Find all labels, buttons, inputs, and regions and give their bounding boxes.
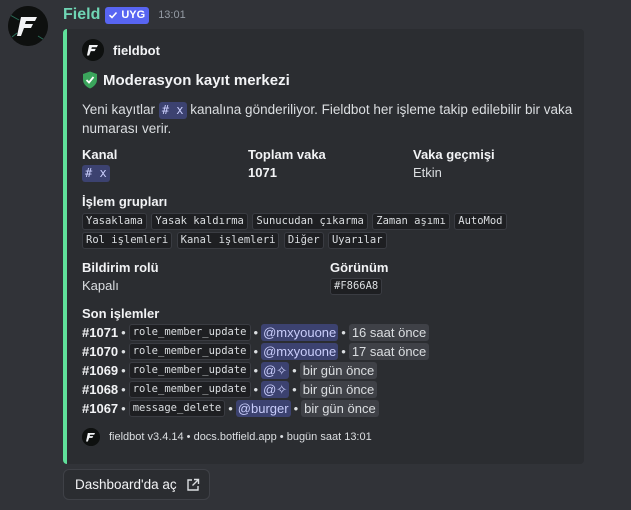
recent-item: #1067 • message_delete • @burger • bir g… [82, 399, 429, 418]
group-code: Kanal işlemleri [176, 232, 280, 250]
field-name: Son işlemler [82, 306, 160, 321]
field-logo-icon [82, 39, 104, 61]
app-badge-label: UYG [121, 9, 146, 21]
description-prefix: Yeni kayıtlar [82, 102, 156, 117]
case-id: #1067 [82, 401, 119, 416]
embed-description: Yeni kayıtlar # x kanalına gönderiliyor.… [82, 100, 577, 138]
shield-check-icon [83, 71, 97, 89]
open-dashboard-label: Dashboard'da aç [75, 477, 177, 492]
author-avatar [82, 39, 104, 61]
footer-text: fieldbot v3.4.14 • docs.botfield.app • b… [109, 431, 372, 443]
field-son-islemler: Son işlemler #1071 • role_member_update … [82, 306, 430, 418]
embed-footer: fieldbot v3.4.14 • docs.botfield.app • b… [82, 428, 372, 446]
field-bildirim-rolu: Bildirim rolü Kapalı [82, 260, 159, 293]
case-time: 17 saat önce [348, 343, 430, 360]
case-id: #1069 [82, 363, 119, 378]
recent-item: #1069 • role_member_update • @✧ • bir gü… [82, 361, 429, 380]
description-suffix: kanalına gönderiliyor. Fieldbot her işle… [82, 102, 573, 136]
recent-item: #1071 • role_member_update • @mxyouone •… [82, 323, 430, 342]
group-code: Diğer [283, 232, 324, 250]
embed-card: fieldbot Moderasyon kayıt merkezi Yeni k… [63, 29, 584, 464]
verified-check-icon [109, 11, 118, 19]
case-action: role_member_update [128, 324, 251, 341]
recent-list: #1071 • role_member_update • @mxyouone •… [82, 323, 430, 418]
case-time: 16 saat önce [348, 324, 430, 341]
field-logo-icon [82, 428, 100, 446]
bot-avatar[interactable] [8, 6, 48, 46]
field-toplam-vaka: Toplam vaka 1071 [248, 147, 326, 180]
case-id: #1070 [82, 344, 119, 359]
field-vaka-gecmisi: Vaka geçmişi Etkin [413, 147, 495, 180]
case-time: bir gün önce [301, 400, 379, 417]
user-mention[interactable]: @burger [235, 400, 291, 417]
case-time: bir gün önce [299, 381, 378, 398]
app-badge: UYG [105, 6, 150, 24]
group-code: Sunucudan çıkarma [252, 213, 368, 231]
case-time: bir gün önce [299, 362, 378, 379]
group-code-list: Yasaklama Yasak kaldırma Sunucudan çıkar… [82, 212, 572, 250]
embed-title: Moderasyon kayıt merkezi [82, 71, 290, 89]
color-code: #F866A8 [330, 278, 383, 296]
group-code: Uyarılar [327, 232, 387, 250]
field-name: Görünüm [330, 260, 389, 275]
channel-mention[interactable]: # x [82, 165, 110, 182]
footer-avatar [82, 428, 100, 446]
group-code: Zaman aşımı [372, 213, 450, 231]
field-logo-icon [8, 6, 48, 46]
recent-item: #1070 • role_member_update • @mxyouone •… [82, 342, 430, 361]
user-mention[interactable]: @mxyouone [261, 343, 339, 360]
case-id: #1068 [82, 382, 119, 397]
field-gorunum: Görünüm #F866A8 [330, 260, 389, 296]
user-mention[interactable]: @✧ [261, 381, 290, 398]
user-mention[interactable]: @✧ [261, 362, 290, 379]
open-dashboard-button[interactable]: Dashboard'da aç [63, 469, 210, 500]
external-link-icon [186, 478, 199, 491]
group-code: Rol işlemleri [82, 232, 173, 250]
group-code: Yasaklama [82, 213, 147, 231]
message-header: Field UYG 13:01 [63, 5, 186, 25]
field-value: Kapalı [82, 278, 119, 293]
case-action: role_member_update [128, 343, 251, 360]
field-name: İşlem grupları [82, 194, 168, 209]
field-value: 1071 [248, 165, 277, 180]
case-action: role_member_update [128, 362, 251, 379]
case-id: #1071 [82, 325, 119, 340]
embed-author: fieldbot [82, 39, 160, 61]
channel-mention[interactable]: # x [158, 102, 187, 119]
username[interactable]: Field [63, 6, 100, 24]
recent-item: #1068 • role_member_update • @✧ • bir gü… [82, 380, 429, 399]
field-name: Toplam vaka [248, 147, 326, 162]
message-timestamp[interactable]: 13:01 [158, 9, 186, 21]
embed-title-text: Moderasyon kayıt merkezi [103, 71, 290, 89]
case-action: role_member_update [128, 381, 251, 398]
field-kanal: Kanal # x [82, 147, 117, 182]
case-action: message_delete [128, 400, 226, 417]
field-value: Etkin [413, 165, 442, 180]
field-name: Bildirim rolü [82, 260, 159, 275]
group-code: AutoMod [454, 213, 507, 231]
author-name: fieldbot [113, 42, 160, 58]
field-islem-gruplari: İşlem grupları Yasaklama Yasak kaldırma … [82, 194, 572, 250]
field-name: Kanal [82, 147, 118, 162]
field-name: Vaka geçmişi [413, 147, 495, 162]
user-mention[interactable]: @mxyouone [261, 324, 339, 341]
group-code: Yasak kaldırma [151, 213, 248, 231]
